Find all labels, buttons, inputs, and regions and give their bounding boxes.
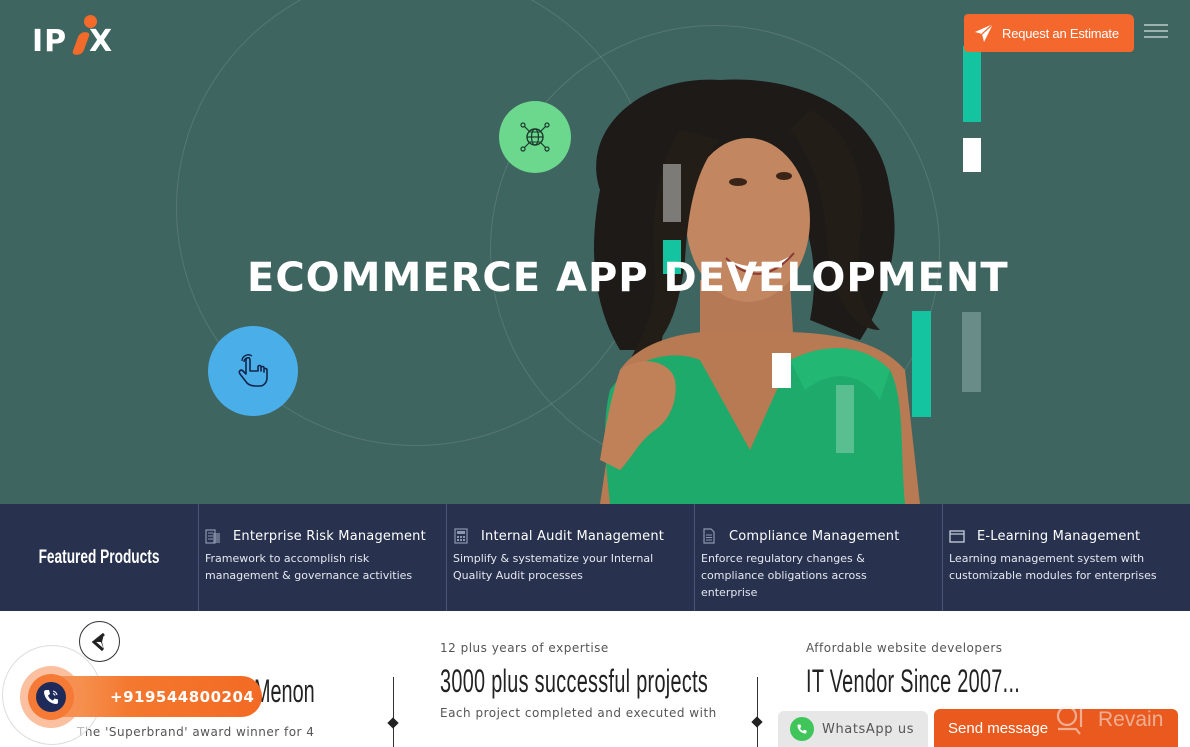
send-message-label: Send message [948,719,1049,737]
product-e-learning-management[interactable]: E-Learning Management Learning managemen… [942,504,1190,611]
decorative-bar [962,312,981,392]
page: IP X Request an Estimate ECOMMERCE APP D… [0,0,1190,747]
highlight-vendor: Affordable website developers IT Vendor … [806,641,1151,700]
decorative-bar [663,164,681,222]
chevron-left-icon [91,632,105,651]
featured-products-label: Featured Products [38,546,160,568]
whatsapp-label: WhatsApp us [822,721,915,737]
product-description: Simplify & systematize your Internal Qua… [453,550,694,584]
decorative-bar [912,311,931,417]
description-line: compliance obligations across [701,569,867,582]
product-compliance-management[interactable]: Compliance Management Enforce regulatory… [694,504,942,611]
description-line: Simplify & systematize your Internal [453,552,654,565]
highlight-subtitle: Affordable website developers [806,641,1003,655]
building-document-icon [205,529,220,544]
document-icon [703,528,715,544]
globe-network-badge [499,101,571,173]
product-enterprise-risk-management[interactable]: Enterprise Risk Management Framework to … [198,504,446,611]
request-estimate-label: Request an Estimate [1002,25,1119,41]
product-description: Enforce regulatory changes & compliance … [701,550,942,601]
highlight-description: The 'Superbrand' award winner for 4 [77,725,315,739]
logo-text-left: IP [32,24,68,59]
description-line: customizable modules for enterprises [949,569,1157,582]
carousel-prev-button[interactable] [79,621,120,662]
product-title: E-Learning Management [977,528,1141,544]
product-title: Compliance Management [729,528,900,544]
product-title: Internal Audit Management [481,528,665,544]
featured-products-band: Featured Products Enterprise Risk Manage… [0,504,1190,611]
divider-diamond [387,717,399,729]
phone-glyph [44,690,58,704]
browser-window-icon [949,530,965,543]
product-description: Learning management system with customiz… [949,550,1190,584]
decorative-bar [772,353,791,388]
revain-watermark: Revain [1054,700,1190,740]
description-line: Framework to accomplish risk [205,552,370,565]
revain-logo-icon [1056,705,1083,735]
description-line: enterprise [701,586,758,599]
pointer-hand-icon [238,354,268,387]
logo-stem [72,30,90,57]
description-line: Quality Audit processes [453,569,583,582]
whatsapp-button[interactable]: WhatsApp us [778,711,928,747]
divider [393,677,394,747]
globe-network-icon [520,122,550,152]
decorative-bar [963,138,981,172]
phone-number: +919544800204 [110,687,255,706]
decorative-bar [963,46,981,122]
hamburger-menu-icon[interactable] [1144,24,1168,42]
description-line: management & governance activities [205,569,413,582]
highlight-title: IT Vendor Since 2007... [806,663,1021,699]
calculator-icon [454,528,468,544]
request-estimate-button[interactable]: Request an Estimate [964,14,1134,52]
description-line: Enforce regulatory changes & [701,552,865,565]
revain-label: Revain [1098,708,1164,731]
logo-text-right: X [89,24,114,59]
pointer-hand-badge [208,326,298,416]
paper-plane-icon [975,23,994,42]
decorative-bar [836,385,854,453]
ipix-logo[interactable]: IP X [32,14,132,64]
phone-icon[interactable] [36,682,66,712]
hero-banner: IP X Request an Estimate ECOMMERCE APP D… [0,0,1190,504]
divider [757,677,758,747]
highlight-title: 3000 plus successful projects [440,663,709,699]
whatsapp-icon [790,717,814,741]
product-title: Enterprise Risk Management [233,528,426,544]
description-line: Learning management system with [949,552,1145,565]
product-description: Framework to accomplish risk management … [205,550,446,584]
hero-title-text: ECOMMERCE APP DEVELOPMENT [247,255,1009,301]
product-internal-audit-management[interactable]: Internal Audit Management Simplify & sys… [446,504,694,611]
highlight-title: Menon [254,673,315,709]
